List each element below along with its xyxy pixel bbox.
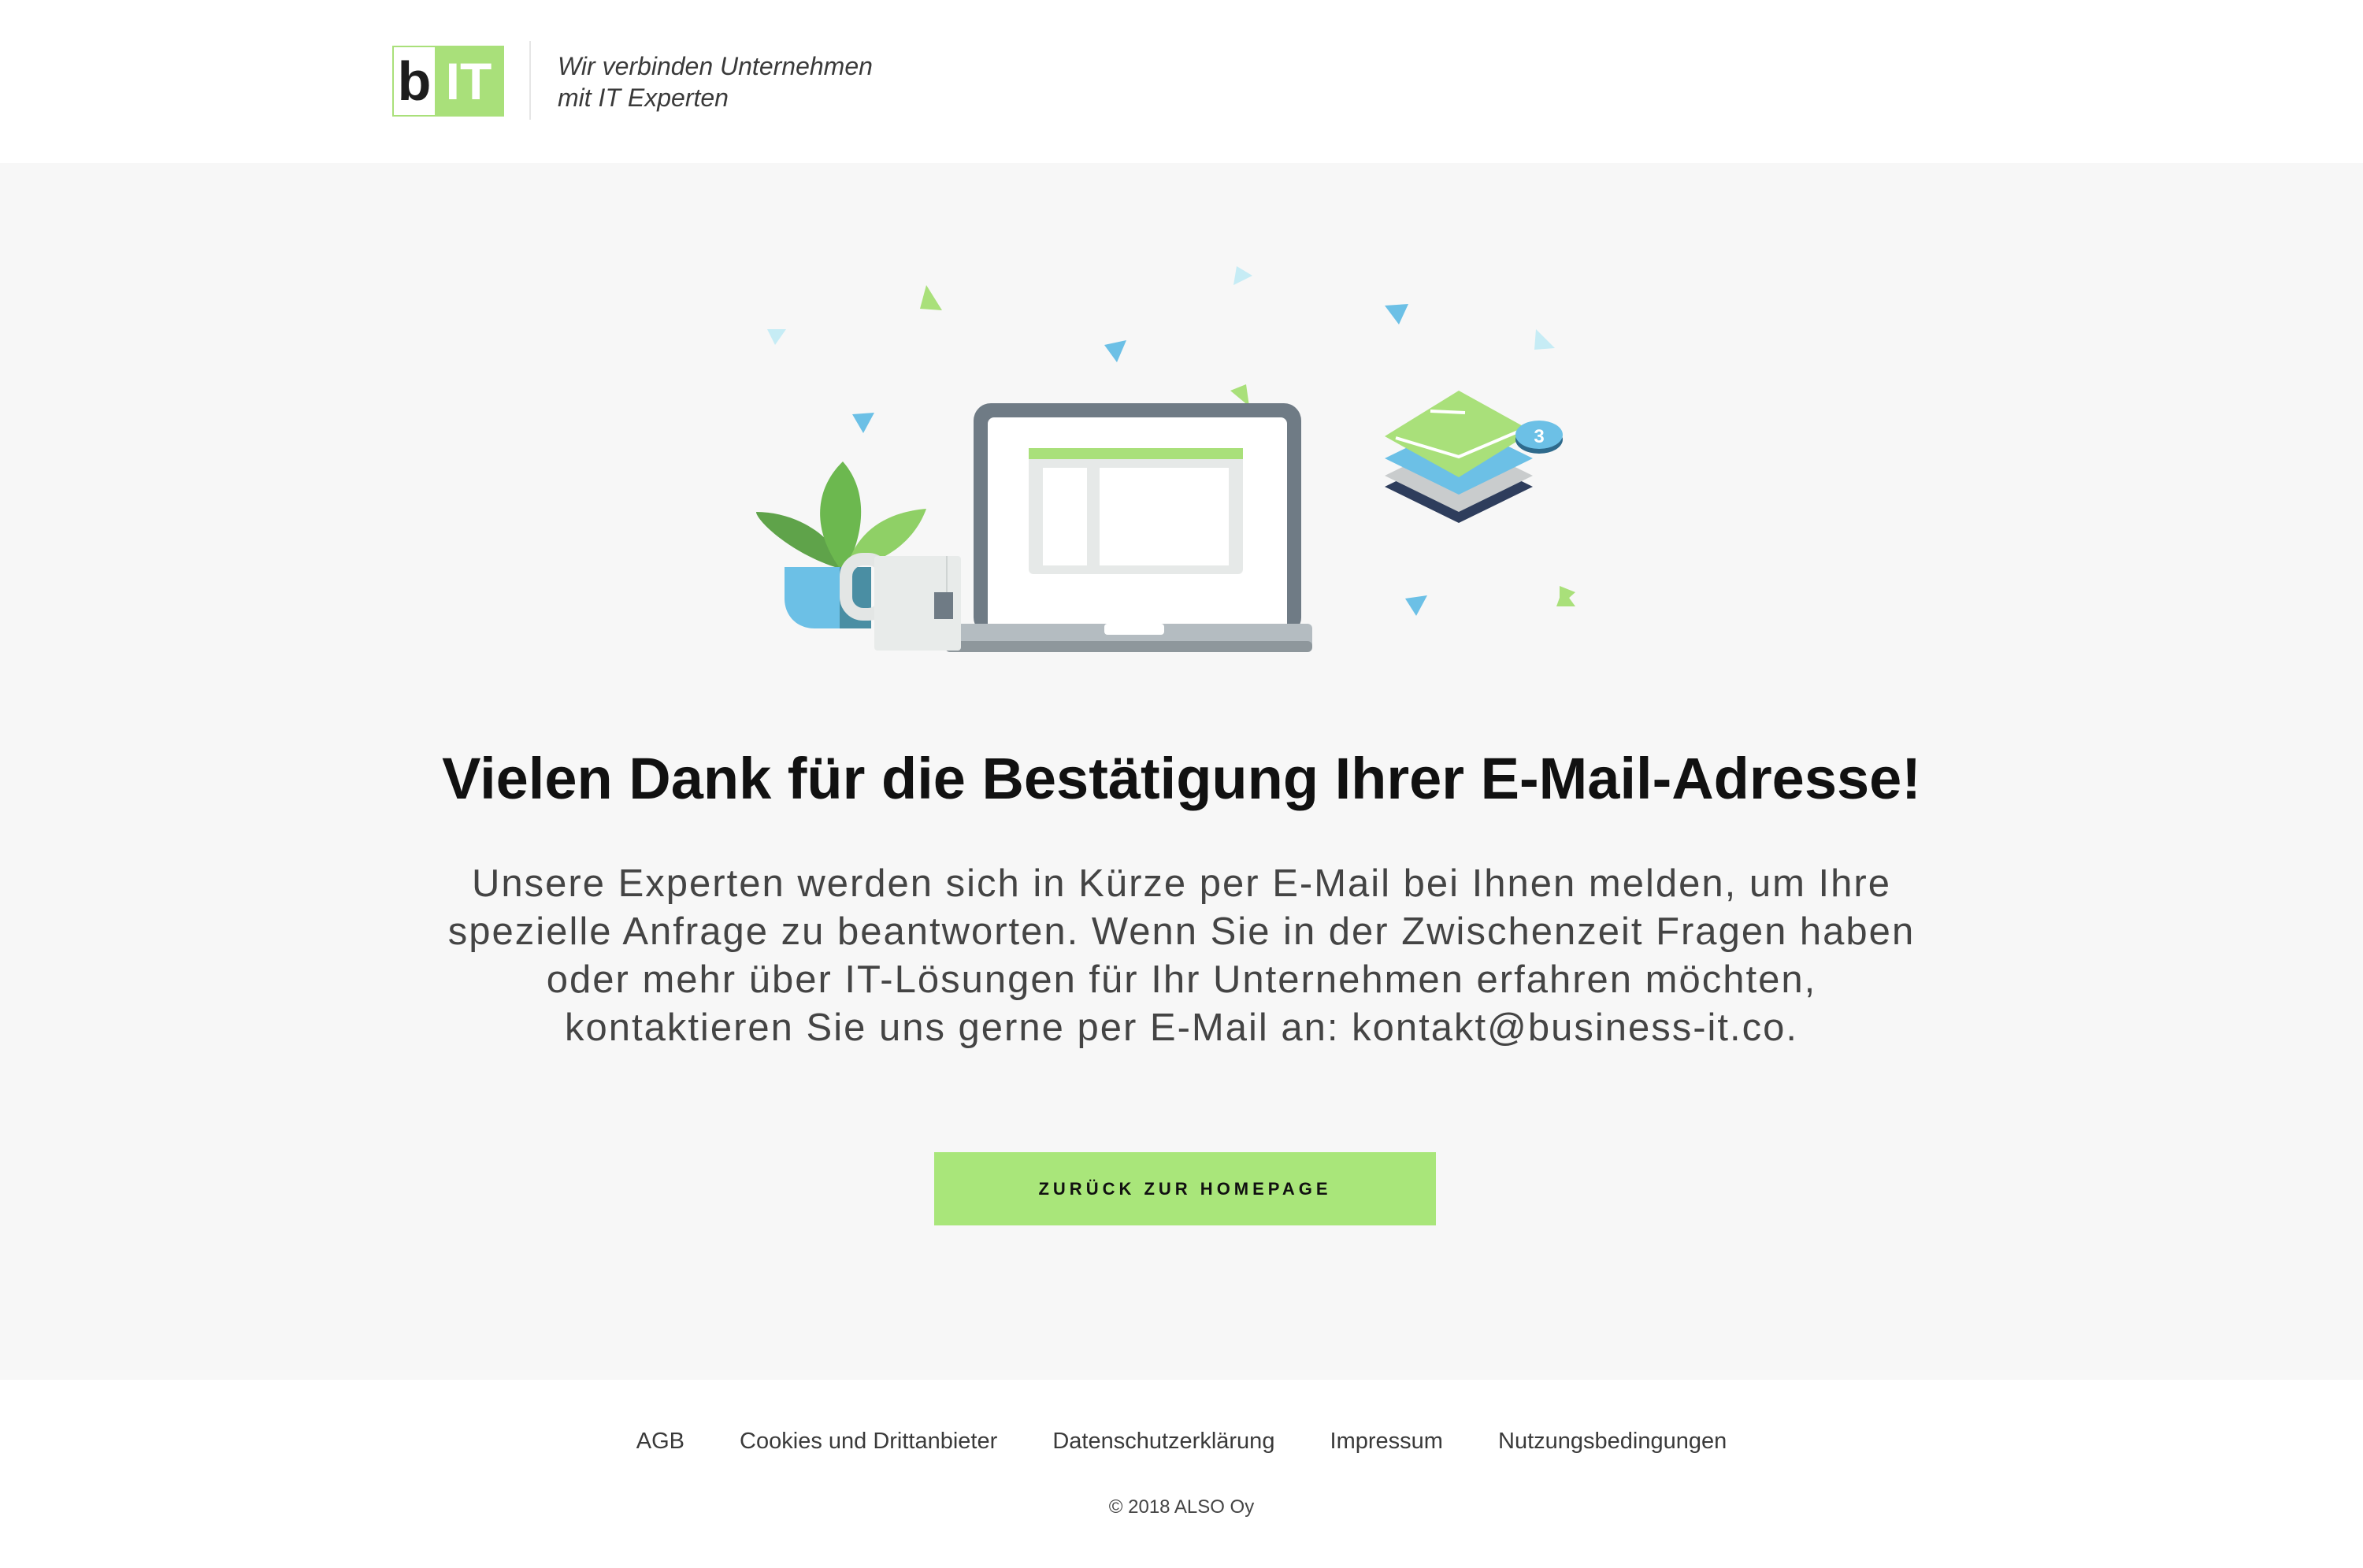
message-line: Unsere Experten werden sich in Kürze per…: [472, 862, 1891, 905]
confirmation-illustration: 3: [756, 266, 1575, 652]
footer-link-nutzungsbedingungen[interactable]: Nutzungsbedingungen: [1498, 1429, 1727, 1455]
logo-it: IT: [435, 47, 503, 115]
tagline-line1: Wir verbinden Unternehmen: [558, 52, 873, 80]
footer-links: AGB Cookies und Drittanbieter Datenschut…: [0, 1429, 2363, 1455]
logo[interactable]: b IT: [392, 46, 504, 117]
laptop-icon: [945, 403, 1312, 652]
footer-link-datenschutz[interactable]: Datenschutzerklärung: [1052, 1429, 1274, 1455]
message-line: oder mehr über IT-Lösungen für Ihr Unter…: [546, 958, 1817, 1001]
back-to-homepage-button[interactable]: ZURÜCK ZUR HOMEPAGE: [934, 1152, 1436, 1225]
footer-link-agb[interactable]: AGB: [636, 1429, 684, 1455]
page-title: Vielen Dank für die Bestätigung Ihrer E-…: [442, 746, 1921, 811]
copyright: © 2018 ALSO Oy: [1108, 1496, 1255, 1518]
mail-badge-count: 3: [1534, 426, 1544, 447]
footer-link-impressum[interactable]: Impressum: [1330, 1429, 1443, 1455]
logo-divider: [529, 41, 531, 120]
tagline-line2: mit IT Experten: [558, 83, 729, 112]
site-footer: AGB Cookies und Drittanbieter Datenschut…: [0, 1380, 2363, 1568]
message-line: kontaktieren Sie uns gerne per E-Mail an…: [564, 1006, 1799, 1049]
logo-b: b: [397, 50, 432, 112]
message-line: spezielle Anfrage zu beantworten. Wenn S…: [447, 910, 1916, 953]
footer-link-cookies[interactable]: Cookies und Drittanbieter: [740, 1429, 997, 1455]
confirmation-message: Unsere Experten werden sich in Kürze per…: [378, 860, 1985, 1052]
site-header: b IT Wir verbinden Unternehmen mit IT Ex…: [0, 0, 2363, 163]
tagline: Wir verbinden Unternehmen mit IT Experte…: [558, 50, 952, 113]
mail-stack-icon: 3: [1385, 391, 1563, 523]
